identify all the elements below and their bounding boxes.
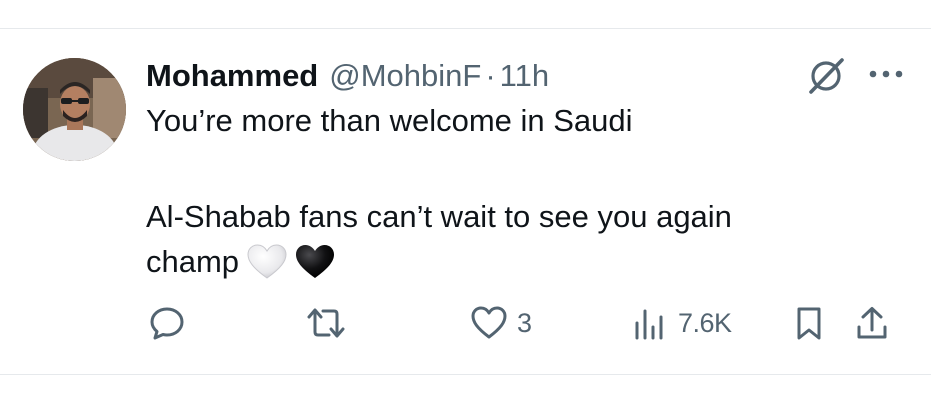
black-heart-icon xyxy=(295,244,335,280)
like-count: 3 xyxy=(517,307,532,338)
share-icon xyxy=(854,305,890,341)
more-icon[interactable] xyxy=(866,64,906,84)
tweet-text-line-1: You’re more than welcome in Saudi xyxy=(146,103,633,138)
views-count: 7.6K xyxy=(678,307,732,338)
bookmark-icon xyxy=(794,305,824,341)
reply-icon xyxy=(149,305,185,341)
tweet-header: Mohammed @MohbinF · 11h xyxy=(146,56,549,96)
heart-icon xyxy=(470,305,508,341)
top-divider xyxy=(0,28,931,29)
tweet-text-line-3: champ xyxy=(146,241,886,283)
retweet-icon xyxy=(305,305,347,341)
avatar[interactable] xyxy=(23,58,126,161)
share-button[interactable] xyxy=(854,304,890,342)
display-name[interactable]: Mohammed xyxy=(146,56,318,96)
grok-icon[interactable] xyxy=(805,56,847,96)
views-icon xyxy=(633,305,669,341)
tweet-text-word: champ xyxy=(146,244,240,279)
views-button[interactable]: 7.6K xyxy=(633,304,732,342)
white-heart-icon xyxy=(247,244,287,280)
separator-dot: · xyxy=(485,58,496,93)
like-button[interactable]: 3 xyxy=(470,304,532,342)
reply-button[interactable] xyxy=(149,304,185,342)
bottom-divider xyxy=(0,374,931,375)
retweet-button[interactable] xyxy=(305,304,347,342)
bookmark-button[interactable] xyxy=(794,304,824,342)
user-handle[interactable]: @MohbinF xyxy=(329,56,481,96)
tweet-text-line-2: Al-Shabab fans can’t wait to see you aga… xyxy=(146,199,732,234)
timestamp[interactable]: 11h xyxy=(500,56,549,96)
